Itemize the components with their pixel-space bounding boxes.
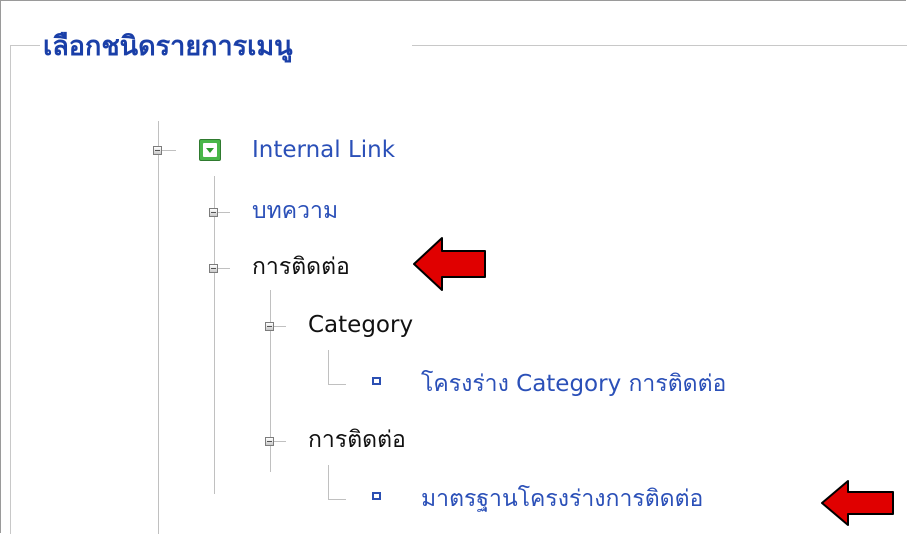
tree-connector — [328, 350, 329, 384]
fieldset-border — [10, 45, 11, 534]
tree-connector — [328, 465, 329, 499]
collapse-toggle-icon[interactable] — [209, 264, 218, 273]
tree-connector — [162, 150, 176, 151]
red-arrow-icon — [413, 237, 486, 291]
red-arrow-icon — [821, 480, 894, 526]
expand-arrow-icon[interactable] — [199, 139, 221, 161]
tree-node-contact-standard-layout[interactable]: มาตรฐานโครงร่างการติดต่อ — [421, 485, 703, 513]
tree-connector — [158, 121, 159, 534]
collapse-toggle-icon[interactable] — [209, 208, 218, 217]
tree-node-category[interactable]: Category — [308, 311, 413, 339]
tree-connector — [218, 268, 230, 269]
tree-connector — [328, 384, 346, 385]
tree-connector — [274, 441, 286, 442]
fieldset-legend: เลือกชนิดรายการเมนู — [43, 31, 293, 62]
tree-node-contact-sub[interactable]: การติดต่อ — [308, 426, 406, 454]
tree-node-articles[interactable]: บทความ — [252, 197, 338, 225]
collapse-toggle-icon[interactable] — [153, 146, 162, 155]
tree-connector — [274, 326, 286, 327]
collapse-toggle-icon[interactable] — [265, 322, 274, 331]
collapse-toggle-icon[interactable] — [265, 437, 274, 446]
tree-connector — [328, 499, 346, 500]
tree-node-internal-link[interactable]: Internal Link — [252, 136, 395, 164]
fieldset-border — [10, 45, 40, 46]
tree-node-category-layout[interactable]: โครงร่าง Category การติดต่อ — [421, 370, 726, 398]
tree-node-contact[interactable]: การติดต่อ — [252, 253, 350, 281]
tree-connector — [218, 212, 230, 213]
leaf-node-icon — [372, 492, 381, 500]
leaf-node-icon — [372, 377, 381, 385]
tree-connector — [214, 176, 215, 494]
fieldset-border — [412, 45, 907, 46]
